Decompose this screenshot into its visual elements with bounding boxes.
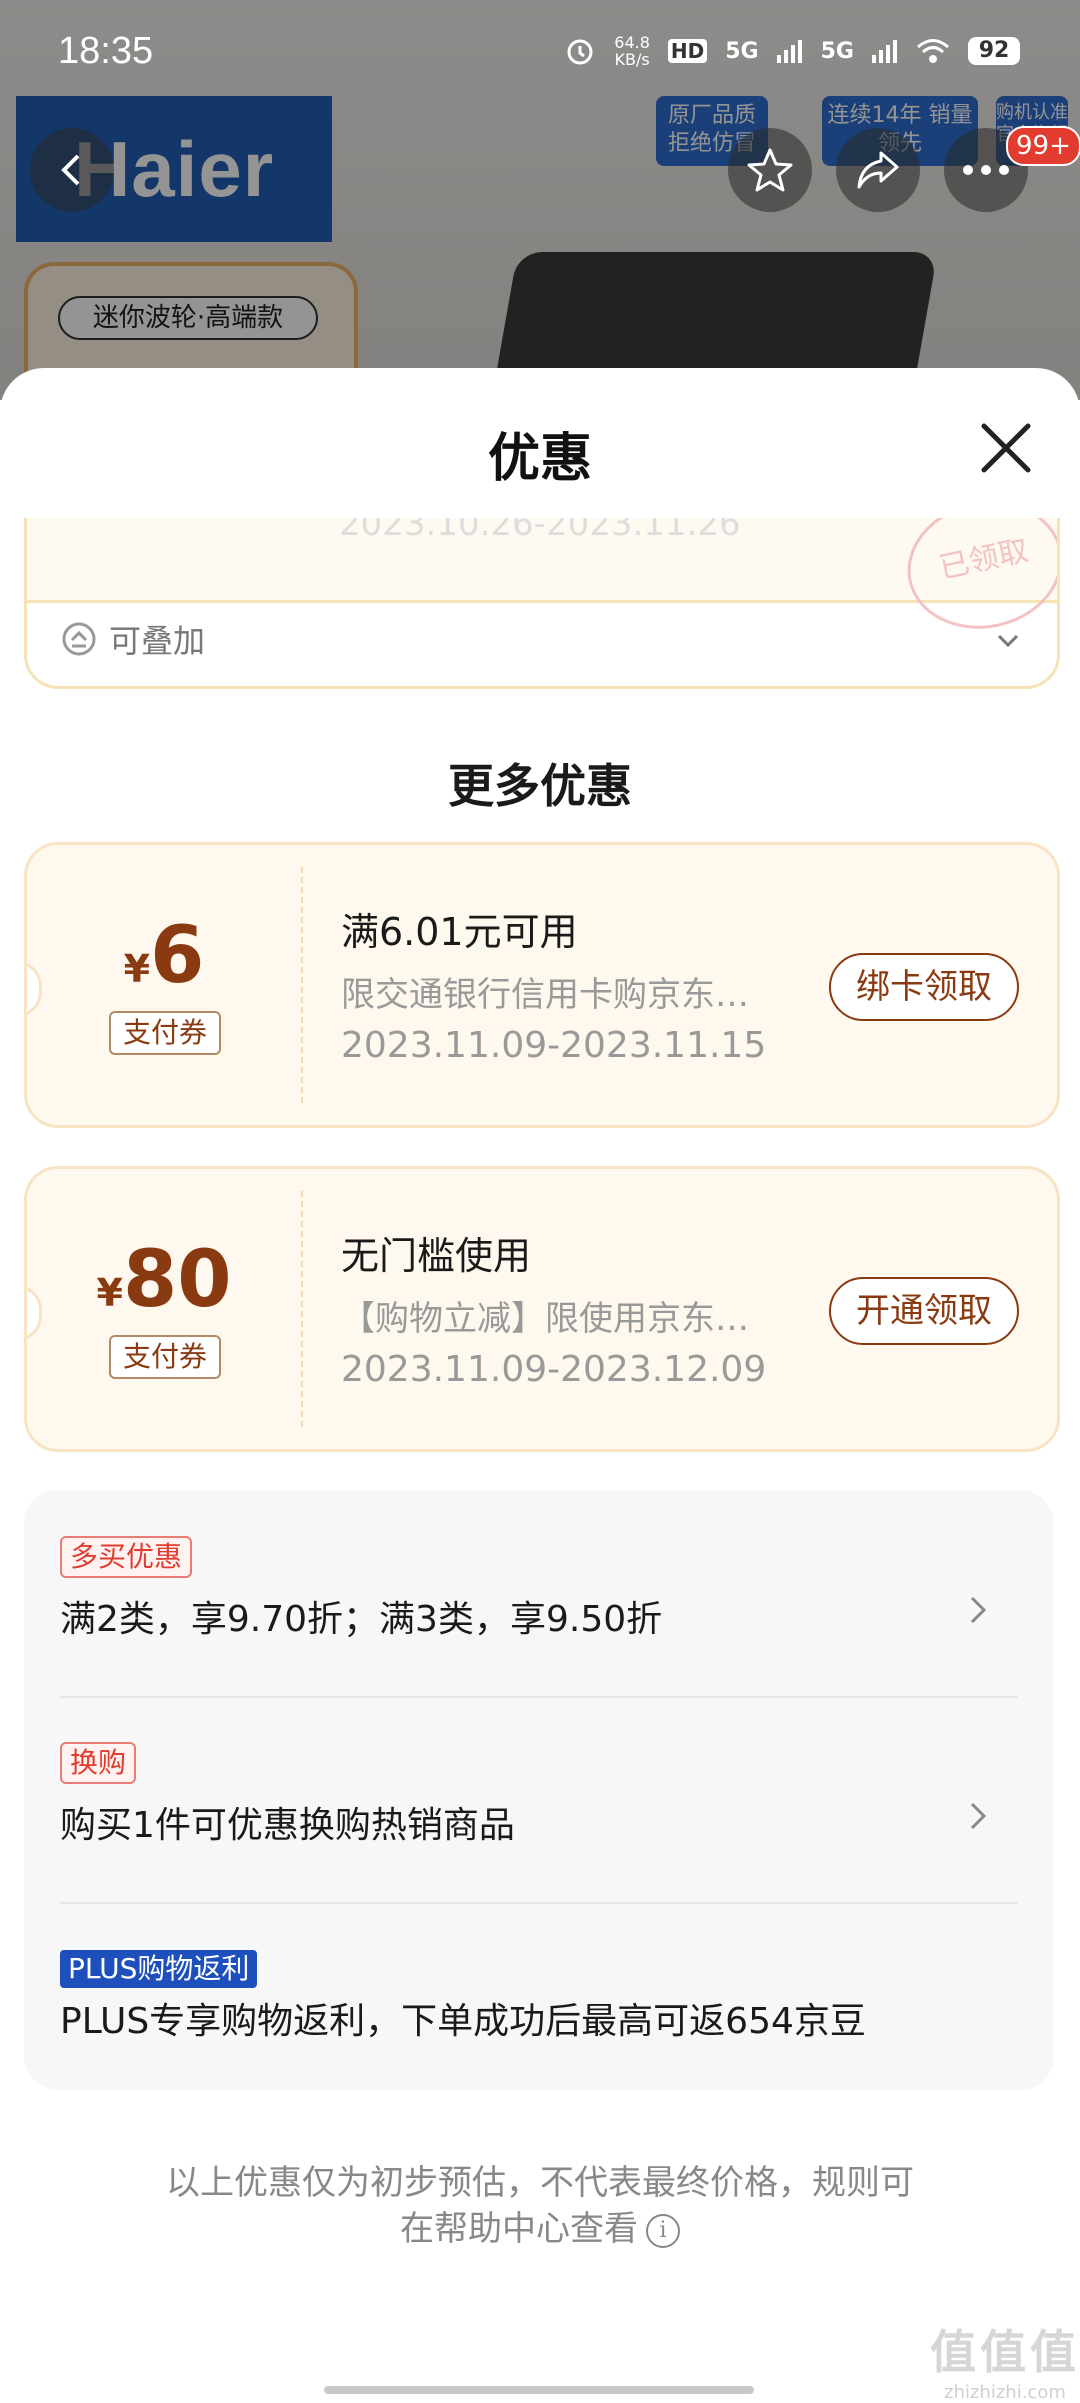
net-speed: 64.8 KB/s <box>614 34 650 68</box>
more-offers-title: 更多优惠 <box>448 759 632 813</box>
watermark: 值值值 zhizhizhi.com <box>930 2316 1080 2403</box>
coupon-value: 80 <box>122 1235 232 1325</box>
stacked-coupon-card: 2023.10.26-2023.11.26 已领取 可叠加 <box>24 518 1060 689</box>
stacked-coupon-date: 2023.10.26-2023.11.26 <box>339 518 741 544</box>
home-indicator[interactable] <box>324 2386 754 2394</box>
divider <box>60 1696 1018 1698</box>
share-button[interactable] <box>836 128 920 212</box>
promotion-tag: 换购 <box>60 1742 137 1784</box>
close-icon[interactable] <box>970 412 1042 484</box>
promotions-sheet: 优惠 2023.10.26-2023.11.26 已领取 可叠加 更多优惠 ¥6… <box>0 368 1080 2400</box>
bind-card-claim-button[interactable]: 绑卡领取 <box>829 953 1019 1021</box>
promotion-text: 购买1件可优惠换购热销商品 <box>60 1805 515 1846</box>
wifi-icon <box>917 39 949 63</box>
alarm-icon <box>567 39 593 65</box>
chevron-down-icon[interactable] <box>993 626 1023 656</box>
promotion-tag: 多买优惠 <box>60 1536 193 1578</box>
coupon-type-tag: 支付券 <box>109 1011 221 1055</box>
coupon-card: ¥80 支付券 无门槛使用 【购物立减】限使用京东… 2023.11.09-20… <box>24 1166 1060 1452</box>
claimed-stamp: 已领取 <box>895 518 1057 643</box>
coupon-card: ¥6 支付券 满6.01元可用 限交通银行信用卡购京东… 2023.11.09-… <box>24 842 1060 1128</box>
cart-count-badge: 99+ <box>1006 126 1080 166</box>
coupon-title: 满6.01元可用 <box>341 910 578 954</box>
coupon-amount: ¥80 <box>27 1235 301 1325</box>
coupon-divider <box>301 867 303 1103</box>
coupon-value: 6 <box>150 911 205 1001</box>
coupon-amount: ¥6 <box>27 911 301 1001</box>
sheet-title: 优惠 <box>487 429 592 489</box>
status-icons: 64.8 KB/s HD 5G 5G 92 <box>564 34 1020 68</box>
info-icon[interactable]: i <box>646 2213 680 2248</box>
battery-indicator: 92 <box>968 37 1020 65</box>
chevron-right-icon <box>970 1596 987 1624</box>
plus-rebate-tag: PLUS购物返利 <box>60 1950 258 1988</box>
share-icon <box>857 151 899 189</box>
status-bar: 18:35 64.8 KB/s HD 5G 5G 92 <box>0 0 1080 100</box>
signal-5g-1: 5G <box>725 38 759 64</box>
stack-icon <box>62 622 96 656</box>
watermark-logo: 值值值 <box>930 2325 1080 2379</box>
star-icon <box>747 148 793 192</box>
promotion-item-trade-up[interactable]: 换购 购买1件可优惠换购热销商品 <box>60 1742 1018 1862</box>
promotion-list: 多买优惠 满2类，享9.70折；满3类，享9.50折 换购 购买1件可优惠换购热… <box>24 1490 1054 2090</box>
hd-icon: HD <box>667 39 708 63</box>
disclaimer-line-2: 在帮助中心查看 i <box>60 2206 1020 2252</box>
promotion-text: PLUS专享购物返利，下单成功后最高可返654京豆 <box>60 2001 866 2042</box>
net-speed-value: 64.8 <box>614 33 650 52</box>
signal-bars-icon <box>776 40 802 63</box>
stackable-label: 可叠加 <box>109 622 206 660</box>
coupon-description: 限交通银行信用卡购京东… <box>341 975 749 1015</box>
coupon-validity: 2023.11.09-2023.12.09 <box>341 1349 767 1390</box>
activate-claim-button[interactable]: 开通领取 <box>829 1277 1019 1345</box>
chevron-left-icon <box>61 154 80 186</box>
divider <box>60 1902 1018 1904</box>
status-time: 18:35 <box>58 30 154 72</box>
stackable-row[interactable]: 可叠加 <box>61 616 205 662</box>
currency-symbol: ¥ <box>123 947 151 991</box>
currency-symbol: ¥ <box>96 1271 123 1315</box>
promotion-item-plus-rebate: PLUS购物返利 PLUS专享购物返利，下单成功后最高可返654京豆 <box>60 1950 1018 2050</box>
coupon-divider <box>301 1191 303 1427</box>
help-center-text: 在帮助中心查看 <box>400 2209 638 2249</box>
stacked-coupon-body: 2023.10.26-2023.11.26 已领取 <box>27 518 1057 643</box>
signal-bars-icon <box>872 40 897 63</box>
promotion-item-multi-buy[interactable]: 多买优惠 满2类，享9.70折；满3类，享9.50折 <box>60 1536 1018 1656</box>
favorite-button[interactable] <box>728 128 812 212</box>
signal-5g-2: 5G <box>820 38 854 64</box>
coupon-type-tag: 支付券 <box>109 1335 221 1379</box>
disclaimer-line-1: 以上优惠仅为初步预估，不代表最终价格，规则可 <box>166 2163 914 2203</box>
coupon-validity: 2023.11.09-2023.11.15 <box>341 1025 767 1066</box>
back-button[interactable] <box>30 128 114 212</box>
net-speed-unit: KB/s <box>614 50 650 69</box>
chevron-right-icon <box>970 1802 987 1830</box>
more-dots-icon <box>963 165 1009 175</box>
coupon-description: 【购物立减】限使用京东… <box>341 1299 749 1339</box>
promotion-text: 满2类，享9.70折；满3类，享9.50折 <box>60 1599 663 1640</box>
coupon-title: 无门槛使用 <box>341 1234 532 1278</box>
disclaimer-text: 以上优惠仅为初步预估，不代表最终价格，规则可 在帮助中心查看 i <box>60 2160 1020 2252</box>
